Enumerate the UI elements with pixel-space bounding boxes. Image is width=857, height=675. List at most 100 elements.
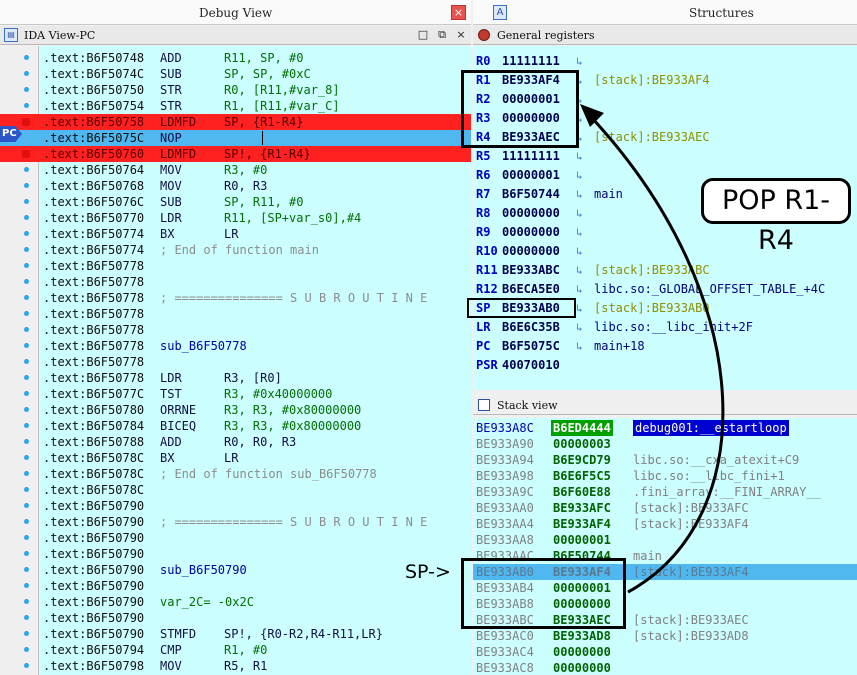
register-row[interactable]: R5 11111111 ↳	[473, 147, 857, 166]
stack-value[interactable]: BE933AF4	[553, 516, 611, 532]
stack-value[interactable]: B6E6F5C5	[553, 468, 611, 484]
stack-value[interactable]: BE933AD8	[553, 628, 611, 644]
disasm-line[interactable]: .text:B6F50790	[0, 610, 471, 626]
disasm-line[interactable]: .text:B6F50778	[0, 306, 471, 322]
disasm-line[interactable]: .text:B6F50778	[0, 354, 471, 370]
register-hint[interactable]: [stack]:BE933ABC	[594, 261, 710, 280]
disasm-line[interactable]: .text:B6F50778	[0, 258, 471, 274]
disasm-line[interactable]: .text:B6F50790 var_2C= -0x2C	[0, 594, 471, 610]
stack-row[interactable]: BE933AA4 BE933AF4 [stack]:BE933AF4	[473, 516, 857, 532]
stack-hint[interactable]: libc.so:__cxa_atexit+C9	[633, 452, 799, 468]
restore-icon[interactable]: ⧉	[436, 28, 448, 42]
structures-title[interactable]: Structures	[689, 6, 754, 20]
disasm-line[interactable]: .text:B6F50748 ADD R11, SP, #0	[0, 50, 471, 66]
register-value[interactable]: B6F5075C	[502, 337, 560, 356]
register-row[interactable]: LR B6E6C35B ↳ libc.so:__libc_init+2F	[473, 318, 857, 337]
stack-row[interactable]: BE933A9C B6F60E88 .fini_array:__FINI_ARRAY…	[473, 484, 857, 500]
stack-value[interactable]: B6F60E88	[553, 484, 611, 500]
register-value[interactable]: 00000000	[502, 242, 560, 261]
stack-value[interactable]: 00000000	[553, 660, 611, 675]
stack-row[interactable]: BE933A90 00000003	[473, 436, 857, 452]
disasm-line[interactable]: .text:B6F50768 MOV R0, R3	[0, 178, 471, 194]
stack-value[interactable]: 00000001	[553, 532, 611, 548]
stack-value[interactable]: 00000000	[553, 644, 611, 660]
stack-value[interactable]: BE933AFC	[553, 500, 611, 516]
jump-arrow-icon[interactable]: ↳	[576, 185, 583, 204]
jump-arrow-icon[interactable]: ↳	[576, 280, 583, 299]
disasm-line[interactable]: .text:B6F50790	[0, 578, 471, 594]
disasm-line[interactable]: .text:B6F50774 ; End of function main	[0, 242, 471, 258]
disasm-line[interactable]: .text:B6F50780 ORRNE R3, R3, #0x80000000	[0, 402, 471, 418]
register-hint[interactable]: [stack]:BE933AEC	[594, 128, 710, 147]
disasm-line[interactable]: .text:B6F50778	[0, 274, 471, 290]
register-value[interactable]: BE933ABC	[502, 261, 560, 280]
stack-view[interactable]: BE933A8C B6ED4444 debug001:__estartloop BE9…	[473, 418, 857, 675]
jump-arrow-icon[interactable]: ↳	[576, 52, 583, 71]
jump-arrow-icon[interactable]: ↳	[576, 261, 583, 280]
register-hint[interactable]: main	[594, 185, 623, 204]
disasm-line[interactable]: .text:B6F50798 MOV R5, R1	[0, 658, 471, 674]
jump-arrow-icon[interactable]: ↳	[576, 204, 583, 223]
jump-arrow-icon[interactable]: ↳	[576, 318, 583, 337]
breakpoint-icon[interactable]	[22, 118, 30, 126]
stack-value[interactable]: B6ED4444	[551, 420, 613, 436]
stack-hint[interactable]: .fini_array:__FINI_ARRAY__	[633, 484, 821, 500]
stack-row[interactable]: BE933AC8 00000000	[473, 660, 857, 675]
disasm-line[interactable]: .text:B6F5077C TST R3, #0x40000000	[0, 386, 471, 402]
structures-tab-icon[interactable]: A	[493, 5, 507, 20]
disasm-line[interactable]: .text:B6F5076C SUB SP, R11, #0	[0, 194, 471, 210]
register-hint[interactable]: libc.so:__libc_init+2F	[594, 318, 753, 337]
stack-hint[interactable]: main	[633, 548, 662, 564]
register-row[interactable]: R0 11111111 ↳	[473, 52, 857, 71]
stack-hint[interactable]: [stack]:BE933AD8	[633, 628, 749, 644]
stack-hint[interactable]: debug001:__estartloop	[633, 420, 789, 436]
close-icon[interactable]: ×	[455, 28, 467, 42]
disasm-line[interactable]: .text:B6F5078C BX LR	[0, 450, 471, 466]
disasm-line[interactable]: .text:B6F50784 BICEQ R3, R3, #0x80000000	[0, 418, 471, 434]
register-hint[interactable]: libc.so:_GLOBAL_OFFSET_TABLE_+4C	[594, 280, 825, 299]
register-value[interactable]: B6E6C35B	[502, 318, 560, 337]
register-hint[interactable]: [stack]:BE933AB0	[594, 299, 710, 318]
stack-row[interactable]: BE933AA0 BE933AFC [stack]:BE933AFC	[473, 500, 857, 516]
register-row[interactable]: PC B6F5075C ↳ main+18	[473, 337, 857, 356]
breakpoint-icon[interactable]	[22, 150, 30, 158]
stack-row[interactable]: BE933A8C B6ED4444 debug001:__estartloop	[473, 420, 857, 436]
register-value[interactable]: 00000000	[502, 223, 560, 242]
disasm-line[interactable]: .text:B6F50788 ADD R0, R0, R3	[0, 434, 471, 450]
register-row[interactable]: R11 BE933ABC ↳ [stack]:BE933ABC	[473, 261, 857, 280]
disasm-line[interactable]: .text:B6F50778	[0, 322, 471, 338]
disasm-line[interactable]: .text:B6F50790 sub_B6F50790	[0, 562, 471, 578]
disasm-line[interactable]: .text:B6F5075C NOP	[0, 130, 471, 146]
register-value[interactable]: 40070010	[502, 356, 560, 375]
disasm-line[interactable]: .text:B6F50794 CMP R1, #0	[0, 642, 471, 658]
disasm-line[interactable]: .text:B6F50778 ; =============== S U B R …	[0, 290, 471, 306]
stack-row[interactable]: BE933A98 B6E6F5C5 libc.so:__libc_fini+1	[473, 468, 857, 484]
disasm-line[interactable]: .text:B6F50790 STMFD SP!, {R0-R2,R4-R11,LR…	[0, 626, 471, 642]
stack-value[interactable]: 00000003	[553, 436, 611, 452]
disassembly-listing[interactable]: .text:B6F50748 ADD R11, SP, #0 .text:B6F507…	[0, 46, 471, 675]
jump-arrow-icon[interactable]: ↳	[576, 147, 583, 166]
disasm-line[interactable]: .text:B6F50764 MOV R3, #0	[0, 162, 471, 178]
register-value[interactable]: B6F50744	[502, 185, 560, 204]
disasm-line[interactable]: .text:B6F50774 BX LR	[0, 226, 471, 242]
stack-hint[interactable]: [stack]:BE933AF4	[633, 564, 749, 580]
stack-row[interactable]: BE933AC4 00000000	[473, 644, 857, 660]
register-value[interactable]: 00000000	[502, 204, 560, 223]
stack-hint[interactable]: [stack]:BE933AEC	[633, 612, 749, 628]
close-icon[interactable]: ×	[451, 5, 466, 20]
disasm-line[interactable]: .text:B6F50778 LDR R3, [R0]	[0, 370, 471, 386]
disasm-line[interactable]: .text:B6F50770 LDR R11, [SP+var_s0],#4	[0, 210, 471, 226]
disasm-line[interactable]: .text:B6F50778 sub_B6F50778	[0, 338, 471, 354]
jump-arrow-icon[interactable]: ↳	[576, 242, 583, 261]
register-hint[interactable]: [stack]:BE933AF4	[594, 71, 710, 90]
disasm-line[interactable]: .text:B6F50790	[0, 498, 471, 514]
register-value[interactable]: 11111111	[502, 147, 560, 166]
register-value[interactable]: B6ECA5E0	[502, 280, 560, 299]
disasm-line[interactable]: .text:B6F50790	[0, 546, 471, 562]
disasm-line[interactable]: .text:B6F5078C	[0, 482, 471, 498]
jump-arrow-icon[interactable]: ↳	[576, 223, 583, 242]
disasm-line[interactable]: .text:B6F50750 STR R0, [R11,#var_8]	[0, 82, 471, 98]
jump-arrow-icon[interactable]: ↳	[576, 166, 583, 185]
disasm-line[interactable]: .text:B6F5074C SUB SP, SP, #0xC	[0, 66, 471, 82]
stack-hint[interactable]: libc.so:__libc_fini+1	[633, 468, 785, 484]
